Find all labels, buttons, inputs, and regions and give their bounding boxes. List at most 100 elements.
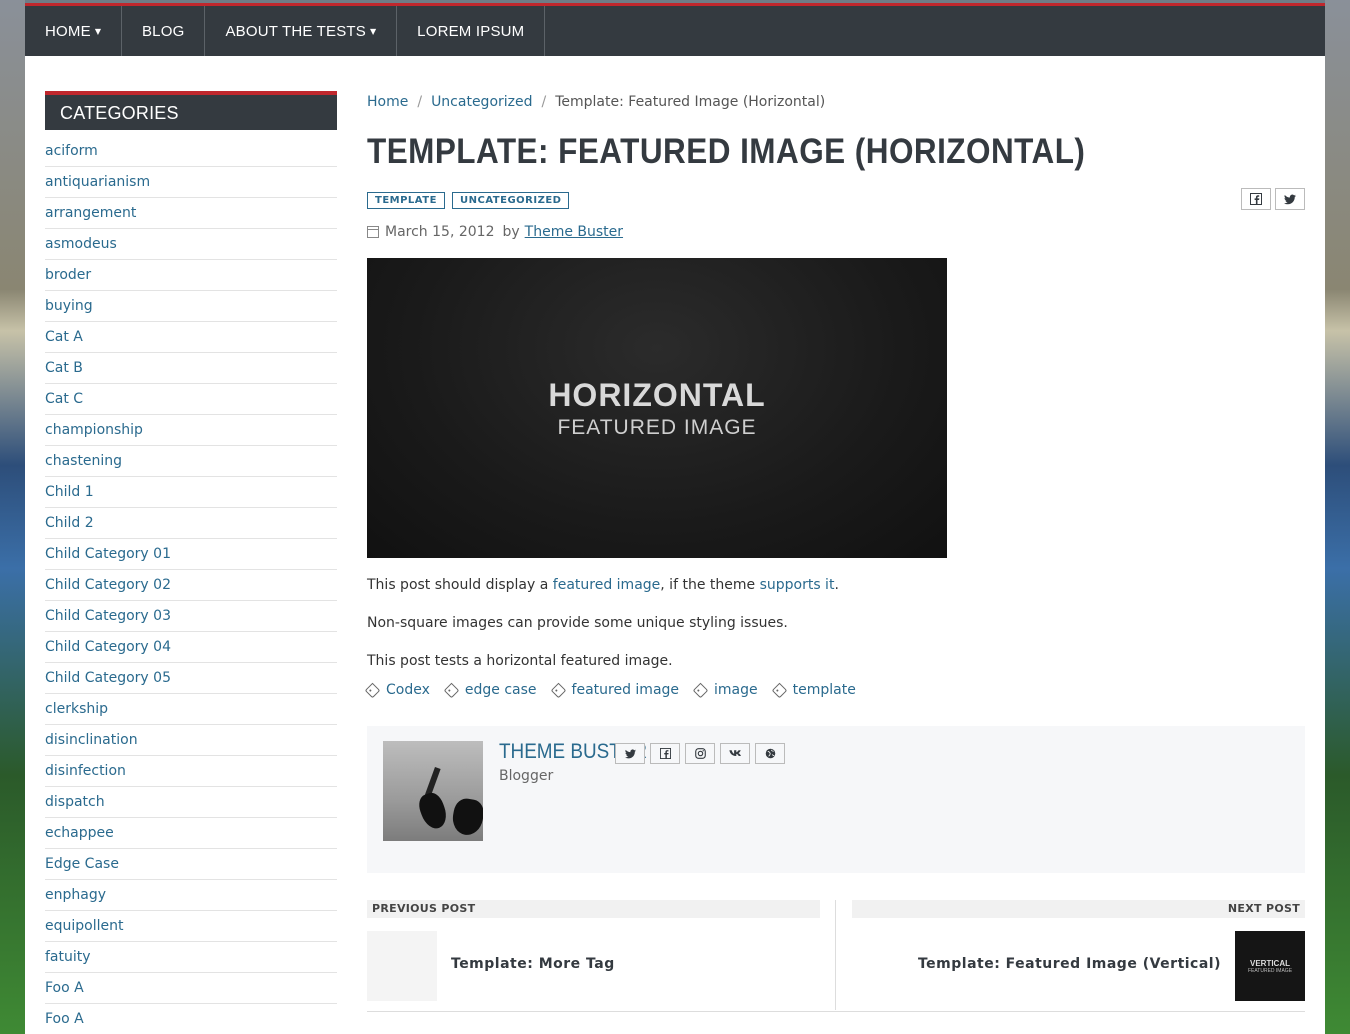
- sidebar-item-category[interactable]: championship: [45, 415, 337, 446]
- nav-item-home[interactable]: HOME ▼: [25, 6, 122, 56]
- twitter-icon: [1284, 194, 1296, 204]
- next-post[interactable]: NEXT POST VERTICAL FEATURED IMAGE Templa…: [852, 900, 1305, 1010]
- author-instagram-button[interactable]: [685, 743, 715, 764]
- previous-post[interactable]: PREVIOUS POST Template: More Tag: [367, 900, 820, 1010]
- sidebar-item-category[interactable]: fatuity: [45, 942, 337, 973]
- featured-image: HORIZONTAL FEATURED IMAGE: [367, 258, 947, 558]
- sidebar-item-category[interactable]: Child Category 02: [45, 570, 337, 601]
- sidebar-item-category[interactable]: disinclination: [45, 725, 337, 756]
- sidebar-item-category[interactable]: equipollent: [45, 911, 337, 942]
- post-nav-divider: [835, 900, 836, 1010]
- sidebar-item-category[interactable]: Foo A: [45, 1004, 337, 1034]
- sidebar-item-category[interactable]: Child Category 05: [45, 663, 337, 694]
- sidebar-item-category[interactable]: Child 2: [45, 508, 337, 539]
- page-title: TEMPLATE: FEATURED IMAGE (HORIZONTAL): [367, 132, 1086, 171]
- previous-post-title[interactable]: Template: More Tag: [451, 956, 615, 972]
- post-tag-label: featured image: [571, 682, 680, 698]
- sidebar: CATEGORIES aciform antiquarianism arrangem…: [45, 91, 337, 1034]
- post-paragraph-3: This post tests a horizontal featured im…: [367, 653, 673, 669]
- post-paragraph-2: Non-square images can provide some uniqu…: [367, 615, 788, 631]
- caret-down-icon: ▼: [94, 26, 101, 36]
- sidebar-item-category[interactable]: Child Category 03: [45, 601, 337, 632]
- previous-post-label: PREVIOUS POST: [367, 900, 820, 918]
- sidebar-item-category[interactable]: echappee: [45, 818, 337, 849]
- tag-icon: [692, 682, 709, 698]
- main-navigation: HOME ▼ BLOG ABOUT THE TESTS ▼ LOREM IPSU…: [25, 6, 1325, 56]
- sidebar-item-category[interactable]: aciform: [45, 136, 337, 167]
- nav-blog-label: BLOG: [141, 22, 185, 40]
- tag-icon: [550, 682, 566, 698]
- globe-icon: [765, 748, 775, 759]
- stadium-background-left: [0, 0, 25, 1034]
- post-tag-link[interactable]: edge case: [443, 682, 537, 698]
- categories-widget-title: CATEGORIES: [45, 91, 337, 130]
- page-container: HOME ▼ BLOG ABOUT THE TESTS ▼ LOREM IPSU…: [25, 3, 1325, 1034]
- sidebar-item-category[interactable]: Child Category 04: [45, 632, 337, 663]
- sidebar-item-category[interactable]: chastening: [45, 446, 337, 477]
- sidebar-item-category[interactable]: broder: [45, 260, 337, 291]
- next-thumb-title: VERTICAL: [1250, 958, 1290, 968]
- author-website-button[interactable]: [755, 743, 785, 764]
- post-tag-link[interactable]: template: [771, 682, 856, 698]
- post-tag-label: template: [792, 682, 856, 698]
- p1-text-before: This post should display a: [367, 577, 553, 593]
- sidebar-item-category[interactable]: enphagy: [45, 880, 337, 911]
- sidebar-item-category[interactable]: Edge Case: [45, 849, 337, 880]
- caret-down-icon: ▼: [370, 26, 377, 36]
- previous-post-thumbnail[interactable]: [367, 931, 437, 1001]
- post-author-link[interactable]: Theme Buster: [525, 224, 623, 240]
- sidebar-item-category[interactable]: disinfection: [45, 756, 337, 787]
- nav-item-blog[interactable]: BLOG: [122, 6, 206, 56]
- featured-image-link[interactable]: featured image: [553, 577, 661, 593]
- sidebar-item-category[interactable]: antiquarianism: [45, 167, 337, 198]
- author-facebook-button[interactable]: [650, 743, 680, 764]
- nav-about-label: ABOUT THE TESTS: [225, 22, 366, 40]
- next-post-thumbnail[interactable]: VERTICAL FEATURED IMAGE: [1235, 931, 1305, 1001]
- sidebar-item-category[interactable]: Foo A: [45, 973, 337, 1004]
- post-date-row: March 15, 2012 by Theme Buster: [367, 222, 1305, 242]
- sidebar-item-category[interactable]: arrangement: [45, 198, 337, 229]
- share-twitter-button[interactable]: [1275, 188, 1305, 210]
- sidebar-item-category[interactable]: Cat B: [45, 353, 337, 384]
- next-post-title[interactable]: Template: Featured Image (Vertical): [918, 956, 1221, 972]
- avatar: [383, 741, 483, 841]
- post-tags: Codex edge case featured image image templat…: [364, 680, 1305, 700]
- sidebar-item-category[interactable]: buying: [45, 291, 337, 322]
- breadcrumb-home-link[interactable]: Home: [367, 94, 408, 110]
- post-tag-link[interactable]: Codex: [364, 682, 430, 698]
- share-facebook-button[interactable]: [1241, 188, 1271, 210]
- instagram-icon: [694, 748, 706, 759]
- category-badge-template[interactable]: TEMPLATE: [367, 192, 445, 209]
- category-badge-uncategorized[interactable]: UNCATEGORIZED: [452, 192, 570, 209]
- sidebar-item-category[interactable]: Cat C: [45, 384, 337, 415]
- supports-it-link[interactable]: supports it: [760, 577, 835, 593]
- author-twitter-button[interactable]: [615, 743, 645, 764]
- post-tag-link[interactable]: featured image: [550, 682, 680, 698]
- breadcrumb-category-link[interactable]: Uncategorized: [431, 94, 532, 110]
- sidebar-item-category[interactable]: clerkship: [45, 694, 337, 725]
- tag-icon: [771, 682, 787, 698]
- author-social-links: [615, 743, 785, 764]
- share-buttons: [1241, 188, 1305, 210]
- calendar-icon: [367, 226, 379, 238]
- breadcrumb: Home / Uncategorized / Template: Feature…: [367, 91, 1305, 113]
- sidebar-item-category[interactable]: asmodeus: [45, 229, 337, 260]
- post-tag-link[interactable]: image: [692, 682, 758, 698]
- facebook-icon: [659, 748, 671, 759]
- nav-item-lorem-ipsum[interactable]: LOREM IPSUM: [397, 6, 546, 56]
- post-by-label: by: [502, 224, 520, 240]
- next-post-label: NEXT POST: [852, 900, 1305, 918]
- author-vk-button[interactable]: [720, 743, 750, 764]
- sidebar-item-category[interactable]: Cat A: [45, 322, 337, 353]
- sidebar-item-category[interactable]: dispatch: [45, 787, 337, 818]
- nav-item-about-the-tests[interactable]: ABOUT THE TESTS ▼: [205, 6, 398, 56]
- facebook-icon: [1250, 193, 1262, 205]
- post-body: This post should display a featured imag…: [367, 574, 1305, 672]
- p1-text-after: .: [834, 577, 839, 593]
- next-thumb-subtitle: FEATURED IMAGE: [1247, 967, 1293, 974]
- sidebar-item-category[interactable]: Child 1: [45, 477, 337, 508]
- sidebar-item-category[interactable]: Child Category 01: [45, 539, 337, 570]
- nav-lorem-label: LOREM IPSUM: [417, 22, 525, 40]
- vk-icon: [728, 750, 741, 756]
- category-list: aciform antiquarianism arrangement asmodeus…: [45, 136, 337, 1034]
